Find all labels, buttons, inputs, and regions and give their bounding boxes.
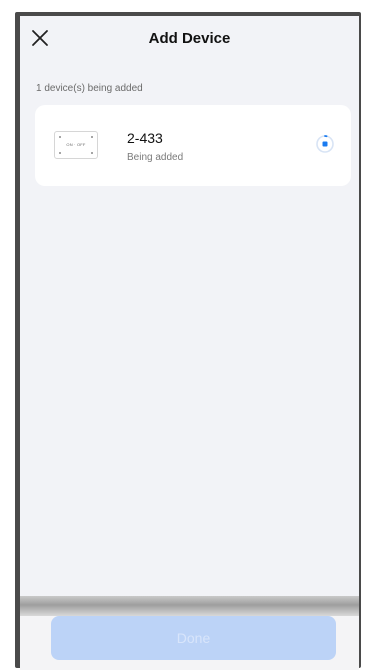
device-thumbnail: ON · OFF: [54, 131, 98, 159]
add-progress-indicator: [315, 134, 335, 154]
footer-divider: [20, 596, 359, 616]
loading-spinner-icon: [316, 135, 334, 153]
device-card[interactable]: ON · OFF 2-433 Being added: [35, 105, 351, 186]
devices-adding-count: 1 device(s) being added: [36, 83, 143, 94]
page-title: Add Device: [148, 30, 231, 47]
add-device-screen: Add Device 1 device(s) being added ON · …: [20, 16, 359, 670]
done-button[interactable]: Done: [51, 616, 336, 660]
device-name: 2-433: [127, 130, 163, 146]
device-thumbnail-label: ON · OFF: [66, 142, 86, 147]
device-status: Being added: [127, 152, 184, 163]
nav-bar: Add Device: [20, 16, 359, 62]
